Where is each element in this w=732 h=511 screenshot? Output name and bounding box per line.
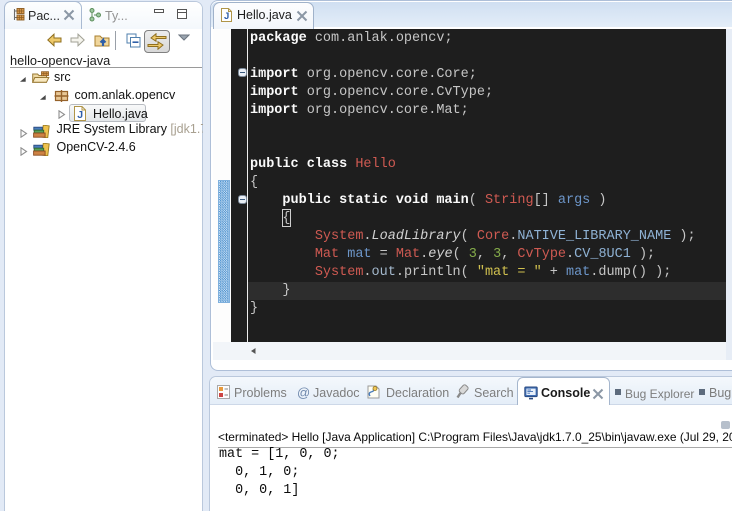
svg-text:J: J xyxy=(77,109,83,121)
svg-text:J: J xyxy=(224,11,229,22)
